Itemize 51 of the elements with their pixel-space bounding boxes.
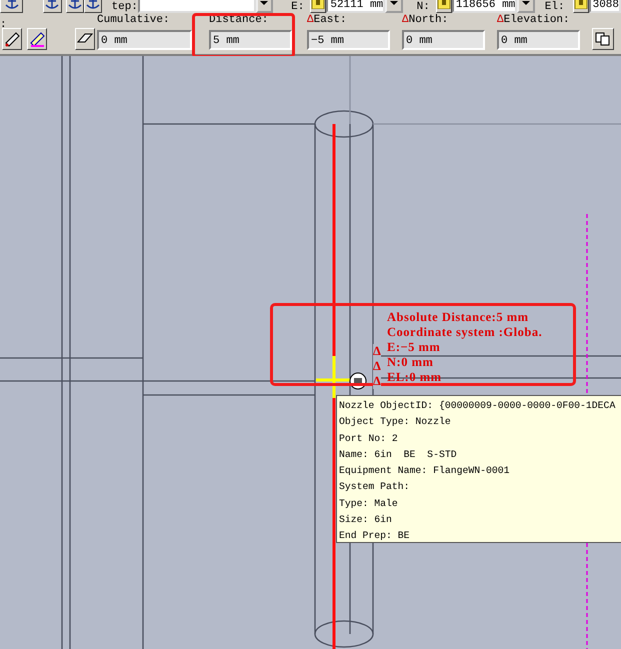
readout-text: Coordinate system :Globa. <box>387 325 542 340</box>
anchor-icon <box>44 0 60 10</box>
copy-button[interactable] <box>592 28 614 50</box>
readout-text: EL:0 mm <box>387 370 442 385</box>
delta-marker: Δ <box>373 344 382 359</box>
measure-tool-button[interactable] <box>27 28 47 50</box>
tooltip-line: System Path: <box>339 480 411 494</box>
coordinate-field[interactable]: 3088 <box>588 0 621 13</box>
dropdown-arrow-icon <box>259 0 270 6</box>
delta-marker: Δ <box>373 359 382 374</box>
field-label: ΔNorth: <box>402 14 450 27</box>
tooltip-line: Nozzle ObjectID: {00000009-0000-0000-0F00-1DECA <box>339 399 616 413</box>
anchor-icon <box>84 0 100 10</box>
dropdown-arrow-icon <box>388 0 399 6</box>
tooltip-line: Object Type: Nozzle <box>339 415 452 430</box>
value-field[interactable]: 5 mm <box>209 30 292 50</box>
anchor-icon <box>66 0 82 10</box>
dropdown-field[interactable]: 52111 mm <box>326 0 386 13</box>
eraser-icon <box>77 33 93 45</box>
measure-tool-button[interactable] <box>2 28 22 50</box>
tooltip-line: Size: 6in <box>339 513 393 528</box>
anchor-icon <box>4 0 20 10</box>
value-field[interactable]: 0 mm <box>97 30 192 50</box>
tooltip-line: Equipment Name: FlangeWN-0001 <box>339 464 510 478</box>
field-label: E: <box>291 1 304 13</box>
value-field[interactable]: 0 mm <box>402 30 485 50</box>
tooltip-line: Port No: 2 <box>339 432 399 446</box>
field-label: Cumulative: <box>97 14 171 27</box>
dropdown-field[interactable]: 118656 mm <box>452 0 518 13</box>
field-label: ΔEast: <box>307 14 348 27</box>
field-label: N: <box>416 1 430 13</box>
field-label: El: <box>544 1 565 13</box>
tooltip-line: Name: 6in BE S-STD <box>339 448 458 462</box>
dropdown-arrow-icon <box>521 0 532 6</box>
value-field[interactable]: −5 mm <box>307 30 390 50</box>
readout-text: N:0 mm <box>387 355 434 370</box>
tooltip-line: End Prep: BE <box>339 529 411 544</box>
delta-marker: Δ <box>373 374 382 389</box>
field-label: : <box>0 19 7 32</box>
tooltip-line: Type: Male <box>339 496 399 511</box>
field-label: ΔElevation: <box>497 14 571 27</box>
readout-text: Absolute Distance:5 mm <box>387 310 529 325</box>
copy-icon <box>595 32 611 46</box>
nozzle-cursor-icon <box>350 372 366 390</box>
field-label: tep: <box>112 1 138 13</box>
readout-text: E:−5 mm <box>387 340 440 355</box>
ruler-icon <box>4 31 20 47</box>
clear-button[interactable] <box>75 28 95 50</box>
field-label: Distance: <box>209 14 270 27</box>
value-field[interactable]: 0 mm <box>497 30 580 50</box>
ruler-icon <box>29 31 45 47</box>
